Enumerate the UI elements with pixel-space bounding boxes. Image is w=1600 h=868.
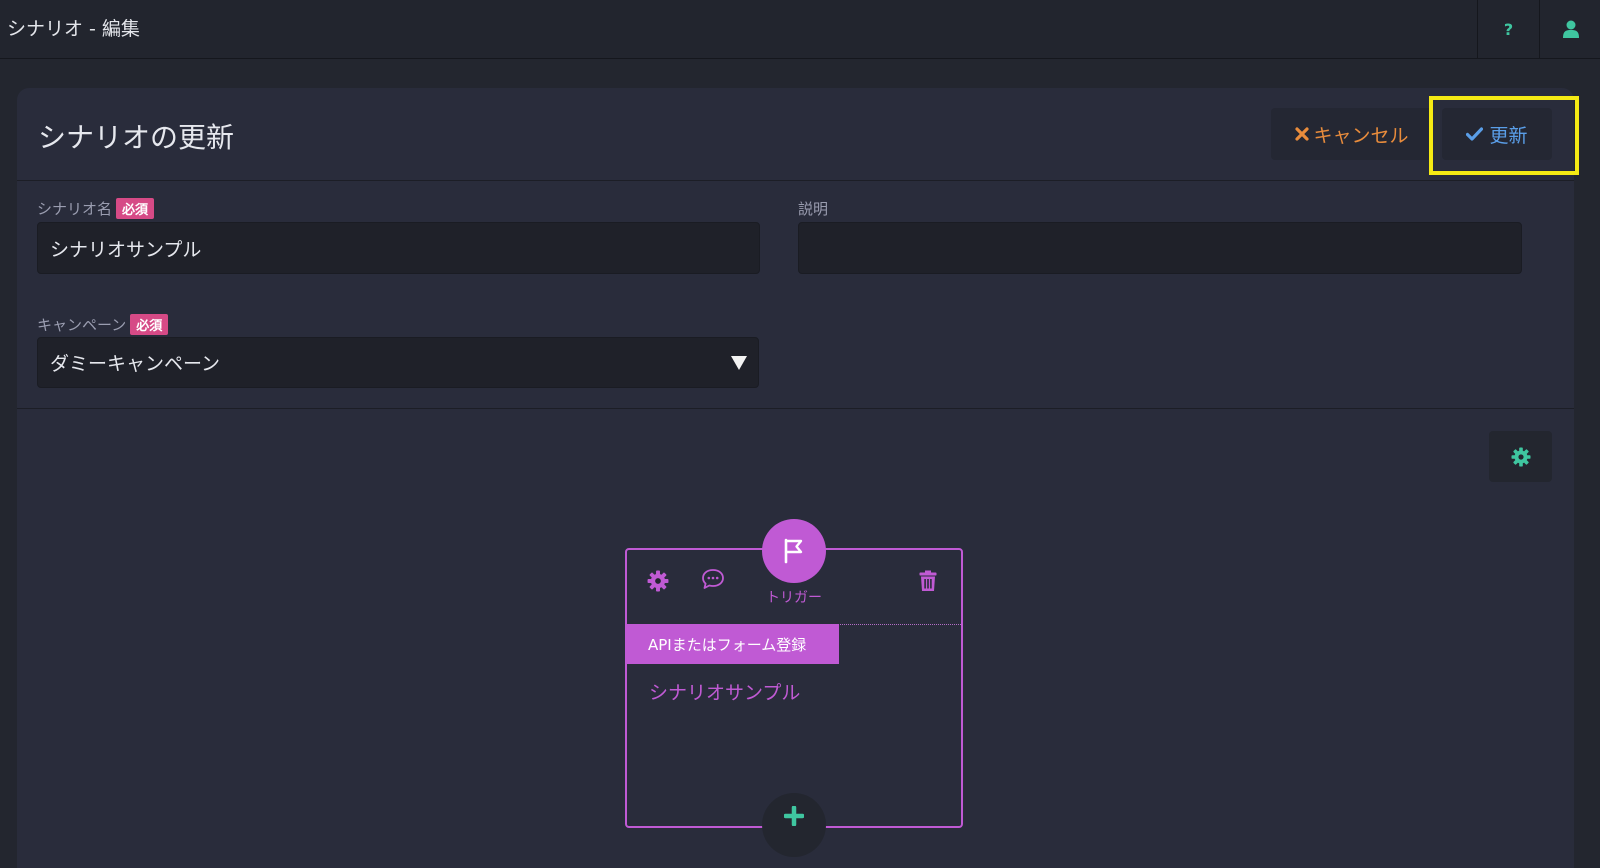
chevron-down-icon <box>731 356 747 370</box>
campaign-select[interactable]: ダミーキャンペーン <box>37 337 759 388</box>
trash-icon <box>919 570 937 591</box>
required-badge: 必須 <box>130 314 169 335</box>
scenario-name-label: シナリオ名 <box>37 200 113 218</box>
gear-icon <box>647 570 669 592</box>
user-icon <box>1562 20 1579 38</box>
page-title: シナリオ - 編集 <box>7 18 140 40</box>
help-icon: ? <box>1503 19 1514 39</box>
description-label-row: 説明 <box>798 198 828 219</box>
node-comment-button[interactable] <box>700 567 726 591</box>
node-settings-button[interactable] <box>646 569 670 593</box>
trigger-node-name: シナリオサンプル <box>649 682 801 704</box>
add-step-button[interactable] <box>762 793 826 857</box>
campaign-select-value: ダミーキャンペーン <box>50 353 221 375</box>
campaign-label: キャンペーン <box>37 316 127 334</box>
cancel-label: キャンセル <box>1313 124 1409 147</box>
scenario-name-input[interactable]: シナリオサンプル <box>37 222 760 274</box>
trigger-type-tag: APIまたはフォーム登録 <box>627 624 839 664</box>
card-header: シナリオの更新 キャンセル 更新 <box>17 88 1579 181</box>
update-button[interactable]: 更新 <box>1442 108 1552 160</box>
check-icon <box>1466 127 1484 141</box>
flag-icon <box>784 538 803 564</box>
update-label: 更新 <box>1489 124 1528 147</box>
description-input[interactable] <box>798 222 1522 274</box>
section-divider <box>17 408 1574 409</box>
close-icon <box>1295 127 1310 141</box>
scenario-name-label-row: シナリオ名 必須 <box>37 198 155 219</box>
campaign-label-row: キャンペーン 必須 <box>37 314 169 335</box>
required-badge: 必須 <box>116 198 155 219</box>
cancel-button[interactable]: キャンセル <box>1271 108 1433 160</box>
canvas-settings-button[interactable] <box>1489 431 1552 482</box>
node-delete-button[interactable] <box>917 569 939 593</box>
top-bar: シナリオ - 編集 ? <box>0 0 1600 59</box>
card-title: シナリオの更新 <box>38 121 235 154</box>
trigger-flag-badge <box>762 519 826 583</box>
plus-icon <box>784 806 804 826</box>
trigger-node-label: トリガー <box>766 590 822 606</box>
gear-icon <box>1511 447 1530 466</box>
comment-icon <box>702 569 724 589</box>
description-label: 説明 <box>798 200 829 218</box>
help-button[interactable]: ? <box>1477 0 1539 58</box>
user-button[interactable] <box>1539 0 1600 58</box>
